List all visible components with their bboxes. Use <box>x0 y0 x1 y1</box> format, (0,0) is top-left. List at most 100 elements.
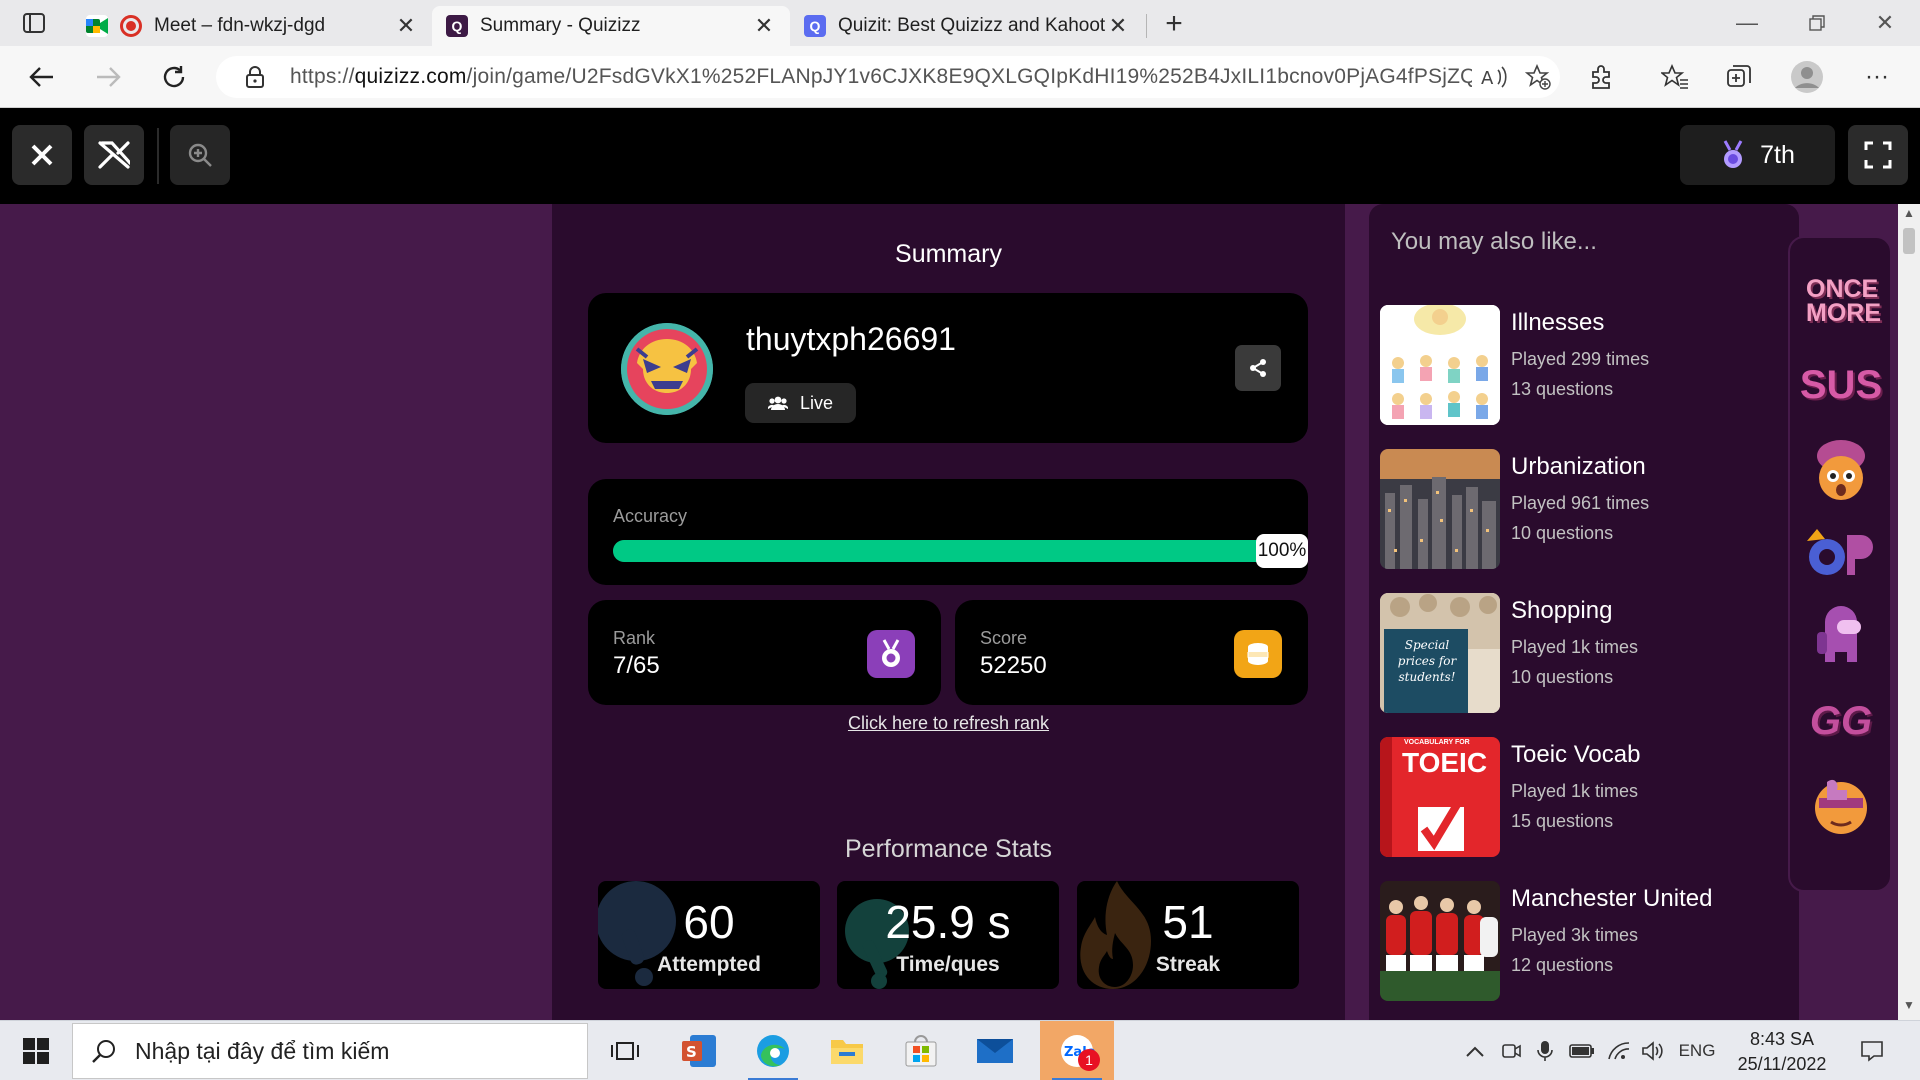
input-language[interactable]: ENG <box>1674 1021 1720 1080</box>
stat-value: 25.9 s <box>885 896 1011 948</box>
quiz-thumbnail-illnesses <box>1380 305 1500 425</box>
quiz-name: Urbanization <box>1511 453 1646 480</box>
microphone-icon[interactable] <box>1530 1021 1560 1080</box>
recommended-quiz[interactable]: Manchester United Played 3k times 12 que… <box>1380 881 1790 1001</box>
read-aloud-icon[interactable]: A <box>1472 56 1516 98</box>
volume-icon[interactable] <box>1638 1021 1668 1080</box>
score-card: Score 52250 <box>955 600 1308 705</box>
tab-meet[interactable]: Meet – fdn-wkzj-dgd ✕ <box>72 6 432 46</box>
accuracy-progress-fill <box>613 540 1277 562</box>
wifi-icon[interactable] <box>1604 1021 1634 1080</box>
people-icon <box>768 396 788 410</box>
recording-icon <box>120 15 142 37</box>
tab-quizizz-summary[interactable]: Q Summary - Quizizz ✕ <box>432 6 790 46</box>
windows-start-button[interactable] <box>0 1021 72 1080</box>
browser-tab-strip: Meet – fdn-wkzj-dgd ✕ Q Summary - Quiziz… <box>0 0 1920 46</box>
tab-separator <box>1146 14 1147 38</box>
sticker-crewmate[interactable] <box>1802 602 1880 672</box>
taskbar-clock[interactable]: 8:43 SA 25/11/2022 <box>1720 1027 1844 1077</box>
refresh-rank-link[interactable]: Click here to refresh rank <box>552 713 1345 734</box>
close-window-button[interactable]: ✕ <box>1852 0 1918 46</box>
scroll-up-arrow-icon[interactable]: ▲ <box>1898 206 1920 226</box>
share-button[interactable] <box>1235 345 1281 391</box>
stat-label: Time/ques <box>896 953 1000 976</box>
fullscreen-button[interactable] <box>1848 125 1908 185</box>
extensions-icon[interactable] <box>1578 56 1624 98</box>
edge-browser-icon[interactable] <box>736 1021 810 1080</box>
quiz-question-count: 15 questions <box>1511 811 1614 831</box>
scrollbar-thumb[interactable] <box>1903 228 1915 254</box>
profile-card: thuytxph26691 Live <box>588 293 1308 443</box>
tab-actions-icon[interactable] <box>14 9 54 37</box>
stat-value: 51 <box>1162 896 1214 948</box>
profile-avatar[interactable] <box>1784 56 1830 98</box>
tab-title: Quizit: Best Quizizz and Kahoot C <box>838 15 1106 36</box>
scroll-down-arrow-icon[interactable]: ▼ <box>1898 998 1920 1018</box>
close-tab-icon[interactable]: ✕ <box>752 13 776 38</box>
recommendations-title: You may also like... <box>1391 228 1597 255</box>
meet-now-icon[interactable] <box>1496 1021 1526 1080</box>
quiz-name: Shopping <box>1511 597 1613 624</box>
sticker-mind-blown[interactable] <box>1802 434 1880 504</box>
add-favorite-icon[interactable] <box>1516 56 1560 98</box>
quizizz-logo-button[interactable] <box>84 125 144 185</box>
reload-icon[interactable] <box>152 56 196 98</box>
recommended-quiz[interactable]: Urbanization Played 961 times 10 questio… <box>1380 449 1790 569</box>
coins-icon <box>1234 630 1282 678</box>
minimize-button[interactable]: — <box>1714 0 1780 46</box>
zoom-in-button[interactable] <box>170 125 230 185</box>
panel-gap <box>1345 204 1369 1020</box>
mail-icon[interactable] <box>958 1021 1032 1080</box>
quiz-played-count: Played 299 times <box>1511 349 1650 369</box>
medal-icon <box>1723 140 1743 168</box>
stat-value: 60 <box>683 896 735 948</box>
sticker-thumbs-up[interactable] <box>1802 770 1880 840</box>
summary-title: Summary <box>895 240 1002 268</box>
exit-button[interactable] <box>12 125 72 185</box>
quiz-thumbnail-manchester-united <box>1380 881 1500 1001</box>
accuracy-progress-bar <box>613 540 1277 562</box>
svg-text:S: S <box>686 1043 697 1061</box>
url-text[interactable]: https://quizizz.com/join/game/U2FsdGVkX1… <box>290 65 1472 89</box>
collections-icon[interactable] <box>1716 56 1762 98</box>
chevron-up-icon[interactable] <box>1460 1021 1490 1080</box>
restore-button[interactable] <box>1784 0 1850 46</box>
office-app-icon[interactable]: S <box>662 1021 736 1080</box>
lock-icon[interactable] <box>246 66 264 88</box>
favorites-icon[interactable] <box>1652 56 1698 98</box>
page-scrollbar[interactable]: ▲ ▼ <box>1898 204 1920 1020</box>
recommended-quiz[interactable]: Special prices for students! Shopping Pl… <box>1380 593 1790 713</box>
stat-streak: 51 Streak <box>1077 881 1299 989</box>
sticker-gg[interactable]: GG <box>1802 686 1880 756</box>
quiz-thumbnail-toeic: VOCABULARY FOR TOEIC <box>1380 737 1500 857</box>
score-value: 52250 <box>980 652 1047 679</box>
thumbnail-caption: Special prices for students! <box>1397 638 1457 684</box>
rank-card: Rank 7/65 <box>588 600 941 705</box>
recommended-quiz[interactable]: VOCABULARY FOR TOEIC Toeic Vocab Played … <box>1380 737 1790 857</box>
address-bar[interactable]: https://quizizz.com/join/game/U2FsdGVkX1… <box>216 56 1560 98</box>
sticker-sus[interactable]: SUS <box>1800 350 1882 420</box>
close-tab-icon[interactable]: ✕ <box>394 13 418 38</box>
game-mode-text: Live <box>800 392 834 413</box>
close-tab-icon[interactable]: ✕ <box>1106 13 1130 38</box>
new-tab-button[interactable]: + <box>1156 7 1192 40</box>
zalo-app-icon[interactable]: Zalo 1 <box>1040 1021 1114 1080</box>
recommended-quiz[interactable]: Illnesses Played 299 times 13 questions <box>1380 305 1790 425</box>
forward-arrow-icon[interactable] <box>86 56 130 98</box>
file-explorer-icon[interactable] <box>810 1021 884 1080</box>
microsoft-store-icon[interactable] <box>884 1021 958 1080</box>
taskbar-search-box[interactable]: Nhập tại đây để tìm kiếm <box>72 1023 588 1079</box>
battery-icon[interactable] <box>1566 1021 1598 1080</box>
notifications-icon[interactable] <box>1850 1021 1894 1080</box>
quiz-thumbnail-urbanization <box>1380 449 1500 569</box>
sticker-op[interactable] <box>1802 518 1880 588</box>
task-view-icon[interactable] <box>588 1021 662 1080</box>
game-mode-badge: Live <box>745 383 857 423</box>
rank-value: 7/65 <box>613 652 660 679</box>
back-arrow-icon[interactable] <box>20 56 64 98</box>
tab-quizit[interactable]: Q Quizit: Best Quizizz and Kahoot C ✕ <box>790 6 1144 46</box>
more-options-icon[interactable]: ··· <box>1854 56 1900 98</box>
quizit-favicon-icon: Q <box>804 15 826 37</box>
quiz-played-count: Played 1k times <box>1511 781 1639 801</box>
sticker-once-more[interactable]: ONCE MORE <box>1802 266 1881 336</box>
